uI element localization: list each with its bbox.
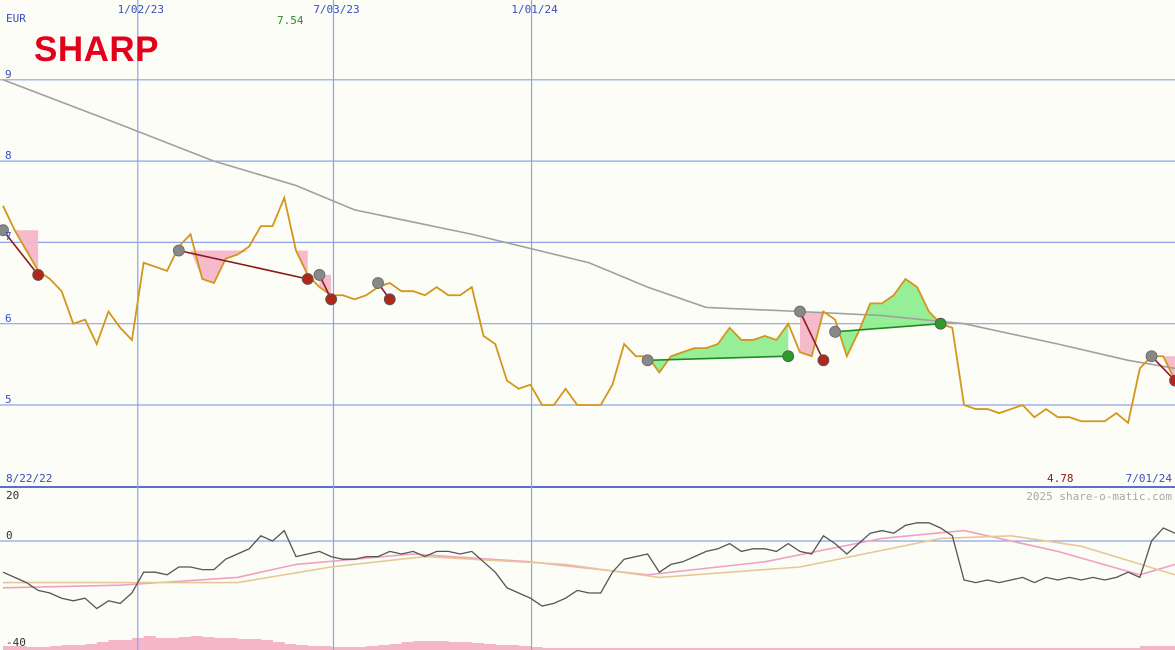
start-date-label: 8/22/22 <box>6 472 52 485</box>
currency-label: EUR <box>6 12 26 25</box>
y-tick-label: 7 <box>5 230 12 243</box>
y-tick-label: 9 <box>5 68 12 81</box>
volume-bar <box>389 644 402 650</box>
volume-bar <box>424 641 438 650</box>
volume-bar <box>307 646 320 650</box>
signal-start-marker <box>172 244 185 257</box>
volume-bar <box>506 645 520 650</box>
volume-bar <box>1139 646 1153 650</box>
volume-bar <box>378 645 391 650</box>
volume-bar <box>178 637 192 650</box>
y-tick-label: 6 <box>5 312 12 325</box>
volume-bar <box>518 646 531 650</box>
volume-bar <box>237 639 250 650</box>
volume-bar <box>249 639 262 650</box>
signal-end-marker <box>934 317 947 330</box>
x-tick-label: 1/01/24 <box>511 3 558 16</box>
volume-bar <box>319 646 332 650</box>
signal-end-marker <box>383 293 396 306</box>
x-tick-label: 1/02/23 <box>118 3 164 16</box>
signal-start-marker <box>372 277 384 289</box>
signal-start-marker <box>313 269 326 281</box>
volume-bar <box>49 646 63 650</box>
volume-bar <box>460 642 473 650</box>
volume-bar <box>85 644 98 650</box>
volume-bar <box>143 636 156 650</box>
volume-bar <box>202 637 215 650</box>
volume-bar <box>1151 646 1164 650</box>
volume-bar <box>1163 646 1175 650</box>
volume-bar <box>260 640 274 650</box>
chart: SHARP EUR 7.54 1/02/23 7/03/23 1/01/24 9… <box>0 0 1175 650</box>
osc-tick-label: 20 <box>6 489 19 502</box>
volume-bar <box>120 640 133 650</box>
watermark: 2025 share-o-matic.com <box>1026 490 1172 503</box>
volume-bar <box>296 645 309 650</box>
end-date-label: 7/01/24 <box>1126 472 1173 485</box>
y-tick-label: 8 <box>5 149 12 162</box>
osc-tick-label: -40 <box>6 636 26 649</box>
volume-bar <box>155 638 168 650</box>
volume-bar <box>413 641 426 650</box>
y-tick-label: 5 <box>5 393 12 406</box>
signal-end-marker <box>301 273 314 285</box>
signal-start-marker <box>641 354 654 367</box>
volume-bar <box>272 642 285 650</box>
signal-start-marker <box>829 325 842 338</box>
volume-bar <box>483 644 496 650</box>
chart-background <box>0 0 1175 650</box>
signal-end-marker <box>32 269 45 281</box>
volume-bar <box>284 644 297 650</box>
volume-bar <box>61 645 74 650</box>
low-label: 4.78 <box>1047 472 1074 485</box>
volume-bar <box>448 642 461 650</box>
volume-bar <box>167 638 180 650</box>
high-label: 7.54 <box>277 14 304 27</box>
volume-bar <box>108 640 121 650</box>
volume-bar <box>190 636 203 650</box>
signal-end-marker <box>817 354 830 367</box>
chart-svg: SHARP EUR 7.54 1/02/23 7/03/23 1/01/24 9… <box>0 0 1175 650</box>
signal-end-marker <box>782 350 795 363</box>
signal-start-marker <box>1145 350 1158 363</box>
volume-bar <box>73 645 86 650</box>
volume-bar <box>213 638 227 650</box>
volume-bar <box>495 645 508 650</box>
volume-bar <box>225 638 238 650</box>
signal-end-marker <box>325 293 338 306</box>
volume-bar <box>366 646 379 650</box>
volume-bar <box>401 642 414 650</box>
volume-bar <box>436 641 449 650</box>
x-tick-label: 7/03/23 <box>313 3 359 16</box>
signal-start-marker <box>794 305 806 318</box>
volume-bar <box>96 642 109 650</box>
volume-bar <box>471 643 485 650</box>
osc-tick-label: 0 <box>6 529 13 542</box>
brand-logo: SHARP <box>34 30 159 69</box>
